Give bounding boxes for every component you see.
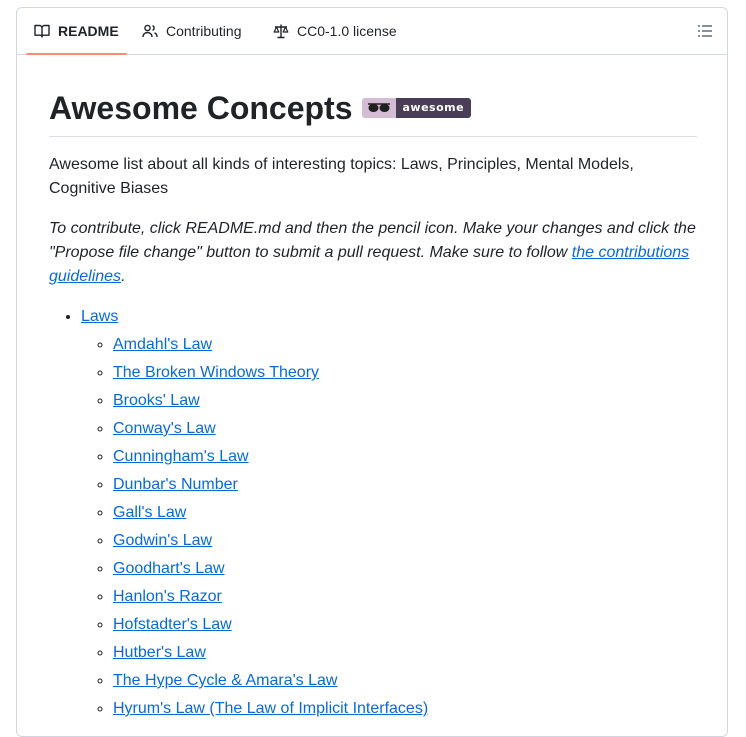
people-icon [142,24,158,38]
tab-contributing[interactable]: Contributing [142,8,242,54]
topics-list: Laws Amdahl's Law The Broken Windows The… [49,305,697,721]
law-link[interactable]: Brooks' Law [113,392,200,409]
list-item: Goodhart's Law [113,557,697,581]
contribute-text-end: . [121,268,126,285]
list-item: Hanlon's Razor [113,585,697,609]
list-item: The Hype Cycle & Amara's Law [113,669,697,693]
intro-paragraph: Awesome list about all kinds of interest… [49,156,634,197]
law-link[interactable]: Hutber's Law [113,644,206,661]
law-link[interactable]: Goodhart's Law [113,560,225,577]
contribute-paragraph: To contribute, click README.md and then … [49,217,697,289]
list-item: Hofstadter's Law [113,613,697,637]
laws-link[interactable]: Laws [81,308,118,325]
law-link[interactable]: Hanlon's Razor [113,588,222,605]
law-link[interactable]: The Hype Cycle & Amara's Law [113,672,337,689]
laws-sublist: Amdahl's Law The Broken Windows Theory B… [81,333,697,721]
list-item: Hyrum's Law (The Law of Implicit Interfa… [113,697,697,721]
readme-panel: README Contributing CC0-1.0 license Awes… [16,7,728,737]
tab-license[interactable]: CC0-1.0 license [273,8,397,54]
tab-license-label: CC0-1.0 license [297,23,397,39]
list-unordered-icon [698,25,712,37]
law-link[interactable]: Hyrum's Law (The Law of Implicit Interfa… [113,700,428,717]
law-link[interactable]: Godwin's Law [113,532,212,549]
list-item: Hutber's Law [113,641,697,665]
law-link[interactable]: The Broken Windows Theory [113,364,319,381]
tab-readme-label: README [58,23,119,39]
sunglasses-icon [361,98,396,118]
list-item: Laws Amdahl's Law The Broken Windows The… [81,305,697,721]
tab-readme[interactable]: README [26,8,127,55]
law-link[interactable]: Cunningham's Law [113,448,249,465]
law-link[interactable]: Dunbar's Number [113,476,238,493]
list-item: The Broken Windows Theory [113,361,697,385]
readme-content: Awesome Concepts awesome Awesome list ab… [49,88,697,721]
tab-contributing-label: Contributing [166,23,242,39]
list-item: Cunningham's Law [113,445,697,469]
law-link[interactable]: Amdahl's Law [113,336,212,353]
list-item: Brooks' Law [113,389,697,413]
list-item: Gall's Law [113,501,697,525]
table-of-contents-button[interactable] [697,23,713,39]
law-link[interactable]: Hofstadter's Law [113,616,232,633]
page-title: Awesome Concepts awesome [49,88,697,137]
awesome-badge[interactable]: awesome [361,98,472,118]
tab-bar: README Contributing CC0-1.0 license [17,8,727,55]
book-icon [34,24,50,38]
law-link[interactable]: Conway's Law [113,420,216,437]
awesome-badge-label: awesome [395,98,472,118]
page-title-text: Awesome Concepts [49,90,353,126]
law-scale-icon [273,24,289,39]
law-link[interactable]: Gall's Law [113,504,186,521]
list-item: Dunbar's Number [113,473,697,497]
list-item: Amdahl's Law [113,333,697,357]
list-item: Godwin's Law [113,529,697,553]
list-item: Conway's Law [113,417,697,441]
